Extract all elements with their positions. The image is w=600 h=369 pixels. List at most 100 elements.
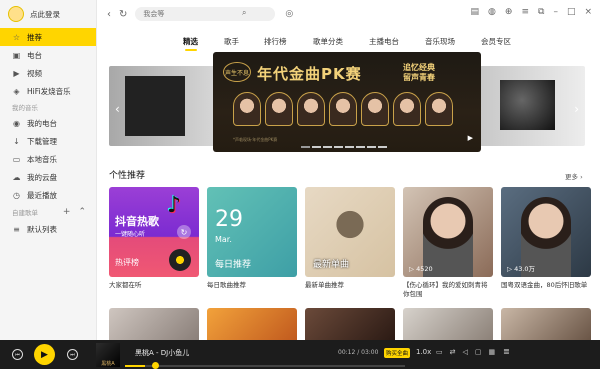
banner-next-slide[interactable] [480, 66, 585, 146]
card-title[interactable]: 每日歌曲推荐 [207, 281, 297, 290]
card-cover[interactable] [207, 308, 297, 340]
tab-charts[interactable]: 排行榜 [264, 36, 313, 47]
search-icon[interactable]: ⌕ [242, 8, 246, 18]
progress-bar[interactable] [125, 365, 405, 367]
playlist-queue-icon[interactable]: ≣ [503, 347, 510, 356]
login-area[interactable]: 点此登录 [0, 0, 96, 28]
card-cover[interactable] [109, 308, 199, 340]
artist-portrait [361, 92, 389, 126]
minimize-icon[interactable]: – [553, 7, 558, 17]
maximize-icon[interactable]: □ [567, 7, 576, 17]
card-cover[interactable]: ▷ 43.0万 [501, 187, 591, 277]
volume-icon[interactable]: ◁ [463, 348, 468, 356]
tab-vip[interactable]: 会员专区 [481, 36, 511, 47]
avatar[interactable] [8, 6, 24, 22]
sidebar-item-video[interactable]: ▶ 视频 [0, 64, 96, 82]
card-title[interactable]: 国粤双语金曲，80后怀旧歌单 [501, 281, 591, 290]
card-cover[interactable]: 最新单曲 [305, 187, 395, 277]
card-cover-title: 抖音热歌 [115, 215, 159, 228]
chevron-left-icon[interactable]: ‹ [115, 102, 120, 116]
hifi-icon: ◈ [13, 86, 20, 96]
play-mode-icon[interactable]: ⇄ [450, 348, 456, 356]
sidebar-item-my-radio[interactable]: ◉ 我的电台 [0, 114, 96, 132]
comment-icon[interactable]: ▢ [475, 348, 482, 356]
sidebar-item-hifi[interactable]: ◈ HiFi发烧音乐 [0, 82, 96, 100]
play-icon[interactable]: ▶ [468, 134, 473, 142]
card-title[interactable]: 最新单曲推荐 [305, 281, 395, 290]
close-icon[interactable]: × [584, 7, 592, 17]
more-link[interactable]: 更多 › [565, 171, 583, 181]
playlist-card[interactable]: 抖音热歌 一键随心听 ♪ ↻ 热评榜 大家都在听 [109, 187, 199, 299]
carousel-dot[interactable] [378, 146, 387, 148]
carousel-dot[interactable] [301, 146, 310, 148]
effects-icon[interactable]: ▦ [489, 348, 496, 356]
carousel-dot[interactable] [345, 146, 354, 148]
add-icon[interactable]: + [63, 207, 71, 217]
tab-anchor-radio[interactable]: 主播电台 [369, 36, 425, 47]
tab-live-music[interactable]: 音乐现场 [425, 36, 481, 47]
card-cover[interactable] [305, 308, 395, 340]
card-cover[interactable] [501, 308, 591, 340]
playlist-card[interactable]: ▷ 4520 【伤心循环】我的爱如刺青将你包围 [403, 187, 493, 299]
voice-search-icon[interactable]: ◎ [285, 9, 293, 19]
playlist-card[interactable]: 最新单曲 最新单曲推荐 [305, 187, 395, 299]
carousel-dot[interactable] [356, 146, 365, 148]
chevron-right-icon[interactable]: › [574, 102, 579, 116]
main-banner[interactable]: 声生不息 年代金曲PK赛 追忆经典 留声青春 *声临现场·年代金曲PK赛 ▶ [213, 52, 481, 152]
card-cover[interactable]: 29 Mar. 每日推荐 [207, 187, 297, 277]
sidebar-item-downloads[interactable]: ↓ 下载管理 [0, 132, 96, 150]
now-playing-cover[interactable]: 黑桃A [96, 343, 120, 367]
previous-icon[interactable]: ⏮ [12, 349, 23, 360]
settings-icon[interactable]: ≡ [521, 7, 529, 17]
sidebar-item-local-music[interactable]: ▭ 本地音乐 [0, 150, 96, 168]
carousel-dot[interactable] [334, 146, 343, 148]
banner-prev-slide[interactable] [109, 66, 219, 146]
tab-playlist-categories[interactable]: 歌单分类 [313, 36, 369, 47]
sidebar: 点此登录 ☆ 推荐 ▣ 电台 ▶ 视频 ◈ HiFi发烧音乐 我的音乐 ◉ 我的… [0, 0, 97, 340]
player-bar: ⏮ ▶ ⏭ 黑桃A 黑桃A - DJ小鱼儿 00:12 / 03:00 购买全曲… [0, 340, 600, 369]
search-input[interactable] [135, 7, 276, 21]
back-icon[interactable]: ‹ [107, 9, 111, 20]
refresh-icon[interactable]: ↻ [177, 225, 191, 239]
playlist-card[interactable]: ▷ 43.0万 国粤双语金曲，80后怀旧歌单 [501, 187, 591, 299]
playlists-header: 自建歌单 + ⌃ [0, 204, 96, 220]
progress-fill [125, 365, 145, 367]
mini-mode-icon[interactable]: ⧉ [538, 7, 544, 17]
sidebar-item-recommend[interactable]: ☆ 推荐 [0, 28, 96, 46]
now-playing-title[interactable]: 黑桃A - DJ小鱼儿 [135, 348, 189, 358]
refresh-icon[interactable]: ↻ [119, 9, 127, 20]
artist-portrait [265, 92, 293, 126]
artist-portrait [393, 92, 421, 126]
progress-knob[interactable] [152, 362, 159, 369]
tab-singers[interactable]: 歌手 [224, 36, 264, 47]
cover-art [315, 197, 385, 252]
carousel-dot[interactable] [323, 146, 332, 148]
card-title[interactable]: 大家都在听 [109, 281, 199, 290]
playlist-card[interactable]: 29 Mar. 每日推荐 每日歌曲推荐 [207, 187, 297, 299]
tab-featured[interactable]: 精选 [183, 36, 224, 47]
message-icon[interactable]: ⊕ [505, 7, 513, 17]
sidebar-item-cloud[interactable]: ☁ 我的云盘 [0, 168, 96, 186]
carousel-dot[interactable] [312, 146, 321, 148]
lyrics-icon[interactable]: ▭ [436, 348, 443, 356]
card-cover[interactable] [403, 308, 493, 340]
sidebar-item-radio[interactable]: ▣ 电台 [0, 46, 96, 64]
card-cover[interactable]: 抖音热歌 一键随心听 ♪ ↻ 热评榜 [109, 187, 199, 277]
gift-icon[interactable]: ▤ [471, 7, 480, 17]
buy-full-song-button[interactable]: 购买全曲 [384, 348, 411, 358]
card-cover[interactable]: ▷ 4520 [403, 187, 493, 277]
card-title[interactable]: 【伤心循环】我的爱如刺青将你包围 [403, 281, 493, 299]
radio-icon: ◉ [13, 118, 20, 128]
card-day: 29 [215, 207, 243, 232]
sidebar-item-recent[interactable]: ◷ 最近播放 [0, 186, 96, 204]
next-icon[interactable]: ⏭ [67, 349, 78, 360]
active-tab-indicator [185, 49, 197, 51]
play-button[interactable]: ▶ [34, 344, 55, 365]
my-music-title: 我的音乐 [12, 104, 38, 112]
login-label[interactable]: 点此登录 [30, 9, 60, 20]
carousel-dot[interactable] [367, 146, 376, 148]
sidebar-item-default-list[interactable]: ≡ 默认列表 [0, 220, 96, 238]
skin-icon[interactable]: ◍ [488, 7, 496, 17]
collapse-icon[interactable]: ⌃ [78, 207, 86, 217]
playback-speed[interactable]: 1.0x [416, 348, 431, 356]
